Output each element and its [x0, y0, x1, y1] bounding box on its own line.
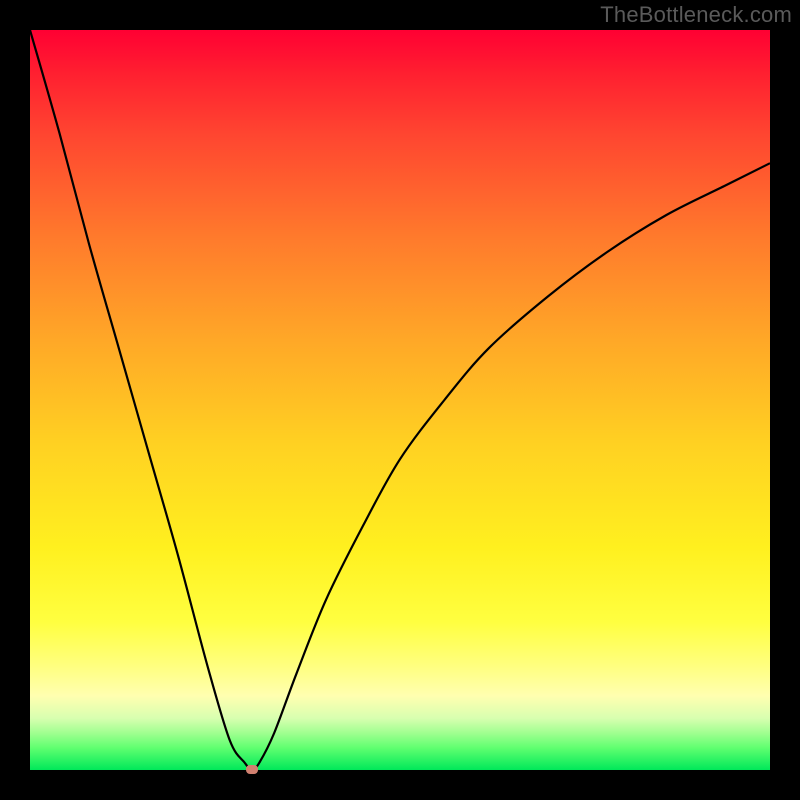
- optimal-marker: [246, 765, 258, 774]
- watermark-text: TheBottleneck.com: [600, 2, 792, 28]
- chart-frame: TheBottleneck.com: [0, 0, 800, 800]
- curve-layer: [30, 30, 770, 770]
- plot-area: [30, 30, 770, 770]
- bottleneck-curve: [30, 30, 770, 770]
